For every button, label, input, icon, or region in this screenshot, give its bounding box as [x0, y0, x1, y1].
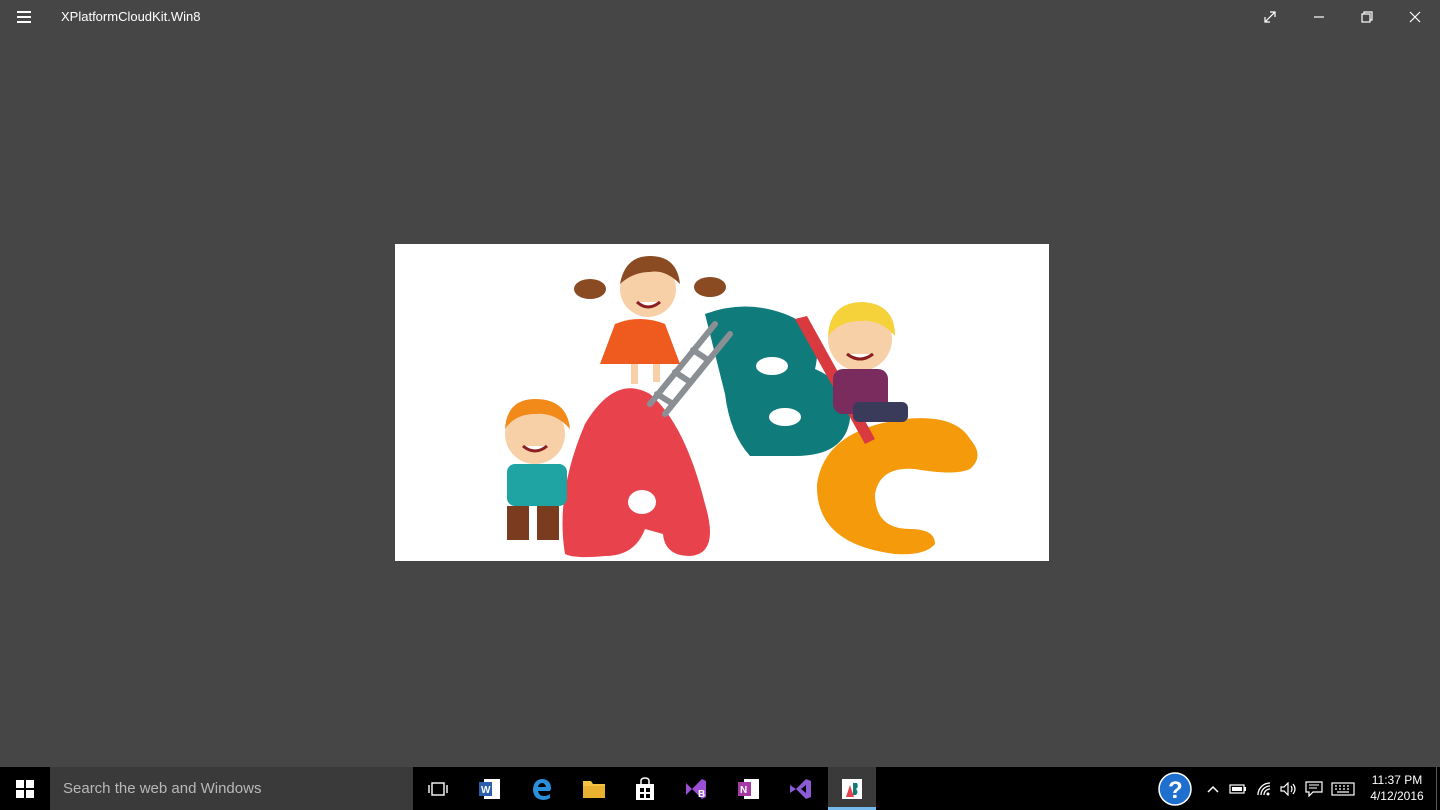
abc-kids-image: [395, 244, 1049, 561]
action-center-button[interactable]: [1303, 767, 1325, 810]
minimize-icon: [1314, 16, 1324, 18]
svg-text:N: N: [740, 785, 747, 796]
windows-logo-icon: [16, 779, 34, 798]
edge-app-button[interactable]: [518, 767, 566, 810]
blend-app-button[interactable]: B: [673, 767, 721, 810]
fullscreen-button[interactable]: [1246, 0, 1294, 34]
expand-icon: [1264, 11, 1276, 23]
clock-time: 11:37 PM: [1371, 773, 1423, 787]
notification-icon: [1305, 780, 1323, 797]
speaker-icon: [1280, 781, 1296, 796]
abc-illustration: [505, 256, 978, 558]
minimize-button[interactable]: [1295, 0, 1343, 34]
chevron-up-icon: [1207, 785, 1219, 793]
task-view-button[interactable]: [414, 767, 462, 810]
start-button[interactable]: [0, 767, 50, 810]
keyboard-icon: [1331, 781, 1355, 796]
svg-text:B: B: [698, 789, 705, 800]
store-app-button[interactable]: [621, 767, 669, 810]
battery-icon: [1229, 783, 1246, 794]
volume-tray-button[interactable]: [1278, 767, 1300, 810]
visual-studio-button[interactable]: [776, 767, 824, 810]
restore-icon: [1361, 11, 1373, 23]
file-explorer-button[interactable]: [570, 767, 618, 810]
close-icon: [1409, 11, 1421, 23]
touch-keyboard-button[interactable]: [1330, 767, 1356, 810]
svg-text:W: W: [481, 785, 491, 796]
word-icon: W: [479, 778, 500, 799]
task-view-icon: [428, 781, 448, 796]
clock-date: 4/12/2016: [1370, 789, 1424, 803]
edge-icon: [533, 778, 551, 800]
close-button[interactable]: [1391, 0, 1439, 34]
svg-text:?: ?: [1168, 777, 1183, 804]
help-icon: ?: [1158, 771, 1192, 806]
onenote-icon: N: [738, 778, 759, 799]
restore-button[interactable]: [1343, 0, 1391, 34]
search-placeholder: Search the web and Windows: [63, 780, 262, 797]
app-title: XPlatformCloudKit.Win8: [61, 9, 201, 24]
blend-icon: B: [686, 778, 706, 800]
hamburger-menu-icon[interactable]: [10, 6, 38, 28]
word-app-button[interactable]: W: [466, 767, 514, 810]
show-desktop-button[interactable]: [1436, 767, 1440, 810]
wifi-icon: [1257, 781, 1271, 795]
wifi-tray-button[interactable]: [1254, 767, 1276, 810]
battery-tray-button[interactable]: [1227, 767, 1249, 810]
folder-icon: [583, 780, 605, 798]
app-thumbnail-icon: [842, 778, 862, 799]
store-icon: [636, 776, 654, 800]
xplatformcloudkit-app-button[interactable]: [828, 767, 876, 810]
onenote-app-button[interactable]: N: [725, 767, 773, 810]
title-bar: XPlatformCloudKit.Win8: [0, 0, 1440, 34]
taskbar: Search the web and Windows W B N ? 11:37…: [0, 767, 1440, 810]
help-tray-button[interactable]: ?: [1156, 767, 1194, 810]
search-box[interactable]: Search the web and Windows: [50, 767, 413, 810]
show-hidden-icons-button[interactable]: [1202, 767, 1224, 810]
visual-studio-icon: [790, 778, 811, 799]
system-clock[interactable]: 11:37 PM 4/12/2016: [1358, 767, 1436, 810]
